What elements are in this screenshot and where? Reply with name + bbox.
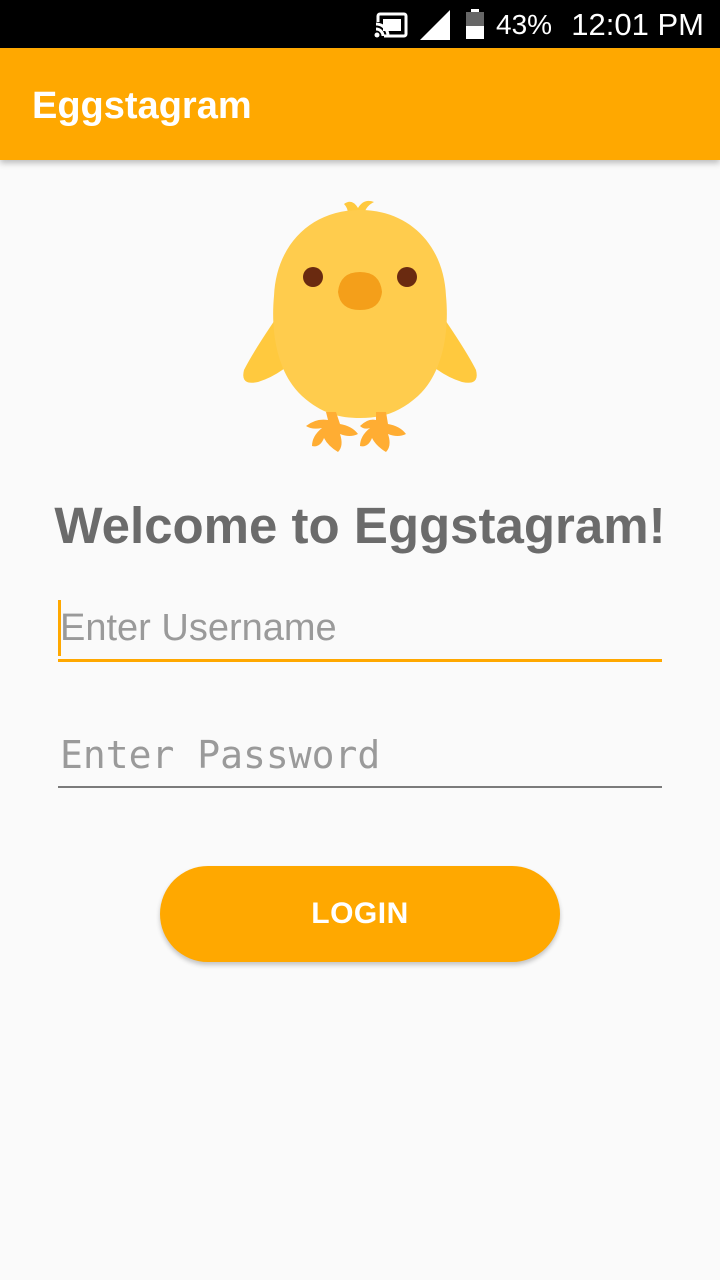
- clock: 12:01 PM: [571, 7, 704, 42]
- app-bar: Eggstagram: [0, 48, 720, 160]
- chick-icon: [243, 200, 477, 452]
- cast-icon: [374, 12, 408, 38]
- password-input[interactable]: [58, 724, 662, 786]
- battery-percent: 43%: [496, 9, 553, 40]
- welcome-heading: Welcome to Eggstagram!: [54, 497, 666, 554]
- signal-icon: [420, 10, 450, 40]
- username-field[interactable]: [58, 598, 662, 662]
- app-title: Eggstagram: [32, 85, 252, 127]
- username-input[interactable]: [58, 598, 662, 659]
- status-bar: 43% 12:01 PM: [0, 0, 720, 48]
- battery-icon: [466, 9, 484, 39]
- text-cursor: [58, 600, 61, 656]
- login-button[interactable]: LOGIN: [160, 866, 560, 962]
- password-field[interactable]: [58, 724, 662, 788]
